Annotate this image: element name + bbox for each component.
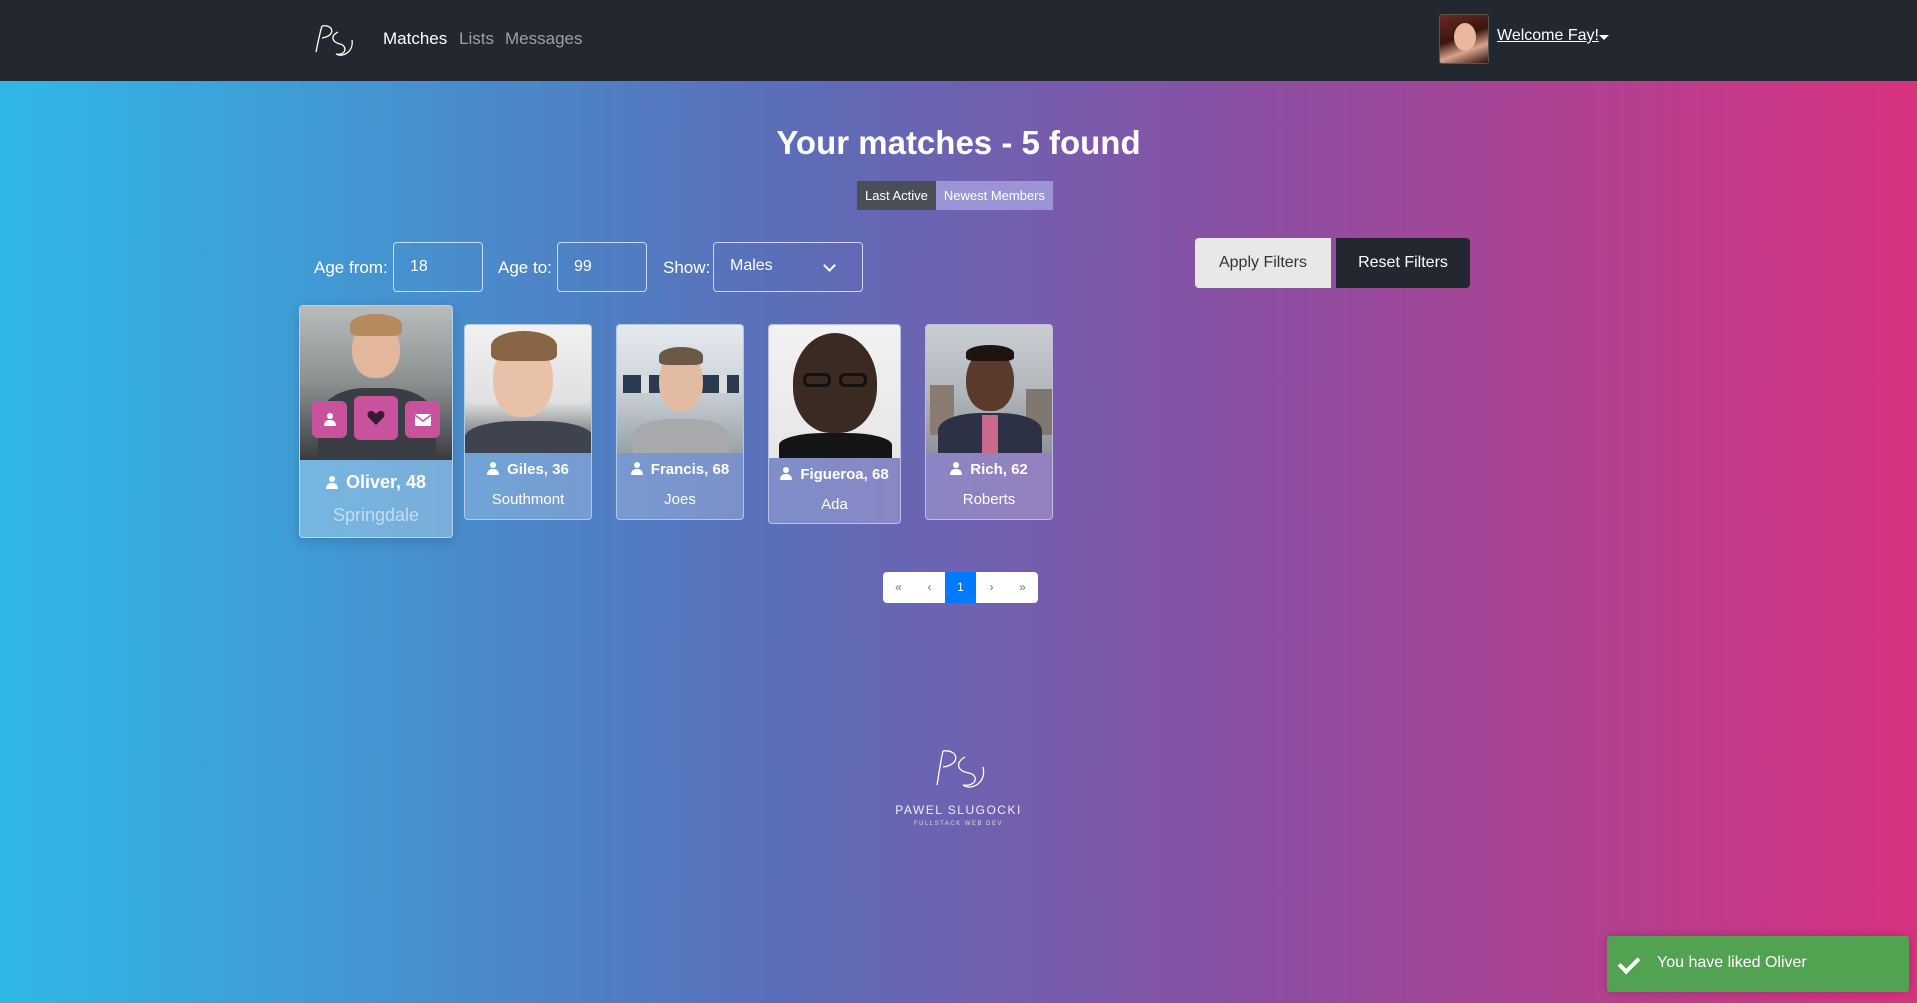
success-toast[interactable]: You have liked Oliver — [1607, 936, 1909, 992]
sort-newest-members-button[interactable]: Newest Members — [935, 181, 1054, 210]
reset-filters-button[interactable]: Reset Filters — [1336, 238, 1470, 288]
brand-logo-icon[interactable] — [308, 22, 360, 62]
sort-last-active-button[interactable]: Last Active — [857, 181, 936, 210]
member-photo[interactable] — [769, 325, 900, 458]
member-card-giles[interactable]: Giles, 36 Southmont — [464, 324, 592, 520]
member-city: Joes — [664, 491, 696, 508]
member-name: Figueroa, 68 — [769, 466, 900, 483]
member-photo[interactable] — [926, 325, 1052, 453]
member-city: Springdale — [332, 505, 420, 525]
age-from-input[interactable] — [393, 242, 483, 292]
checkmark-icon — [1617, 951, 1641, 975]
footer-subtitle: FULLSTACK WEB DEV — [913, 821, 1004, 827]
user-avatar[interactable] — [1439, 14, 1489, 64]
member-photo[interactable] — [617, 325, 743, 453]
user-icon — [323, 413, 336, 426]
top-navbar: Matches Lists Messages Welcome Fay! — [0, 0, 1917, 81]
apply-filters-button[interactable]: Apply Filters — [1195, 238, 1331, 288]
member-city: Southmont — [491, 491, 565, 508]
footer-author-name: PAWEL SLUGOCKI — [895, 803, 1022, 817]
member-card-figueroa[interactable]: Figueroa, 68 Ada — [768, 324, 901, 524]
user-icon — [780, 467, 793, 480]
gender-select-value: Males — [730, 257, 773, 274]
user-icon — [630, 462, 643, 475]
member-photo[interactable] — [465, 325, 591, 453]
page-title: Your matches - 5 found — [776, 124, 1141, 161]
age-to-label: Age to: — [498, 258, 552, 277]
page-last-button[interactable]: » — [1007, 572, 1038, 603]
member-card-oliver[interactable]: Oliver, 48 Springdale — [299, 305, 453, 538]
nav-matches[interactable]: Matches — [383, 29, 447, 49]
member-city: Ada — [821, 496, 848, 513]
gender-select[interactable]: Males — [713, 242, 863, 292]
page-number-button[interactable]: 1 — [945, 572, 976, 603]
view-profile-button[interactable] — [312, 401, 347, 438]
user-icon — [325, 476, 338, 489]
member-name: Giles, 36 — [465, 461, 591, 478]
nav-lists[interactable]: Lists — [459, 29, 494, 49]
member-card-francis[interactable]: Francis, 68 Joes — [616, 324, 744, 520]
welcome-dropdown-toggle[interactable]: Welcome Fay! — [1497, 27, 1599, 45]
page-next-button[interactable]: › — [976, 572, 1007, 603]
member-name: Oliver, 48 — [300, 472, 452, 493]
page-first-button[interactable]: « — [883, 572, 914, 603]
member-card-rich[interactable]: Rich, 62 Roberts — [925, 324, 1053, 520]
sort-button-group: Last Active Newest Members — [857, 181, 1054, 210]
toast-message: You have liked Oliver — [1657, 954, 1807, 971]
user-icon — [487, 462, 500, 475]
like-button[interactable] — [354, 396, 398, 440]
footer-logo-icon — [936, 750, 985, 788]
member-name: Rich, 62 — [926, 461, 1052, 478]
heart-icon — [367, 410, 385, 425]
age-from-label: Age from: — [314, 258, 388, 277]
message-button[interactable] — [405, 401, 440, 438]
user-icon — [950, 462, 963, 475]
pagination: « ‹ 1 › » — [883, 572, 1038, 603]
envelope-icon — [414, 413, 431, 426]
show-label: Show: — [663, 258, 711, 277]
nav-messages[interactable]: Messages — [505, 29, 582, 49]
member-name: Francis, 68 — [617, 461, 743, 478]
member-city: Roberts — [962, 491, 1016, 508]
page-prev-button[interactable]: ‹ — [914, 572, 945, 603]
age-to-input[interactable] — [557, 242, 647, 292]
caret-down-icon[interactable] — [1599, 35, 1609, 40]
